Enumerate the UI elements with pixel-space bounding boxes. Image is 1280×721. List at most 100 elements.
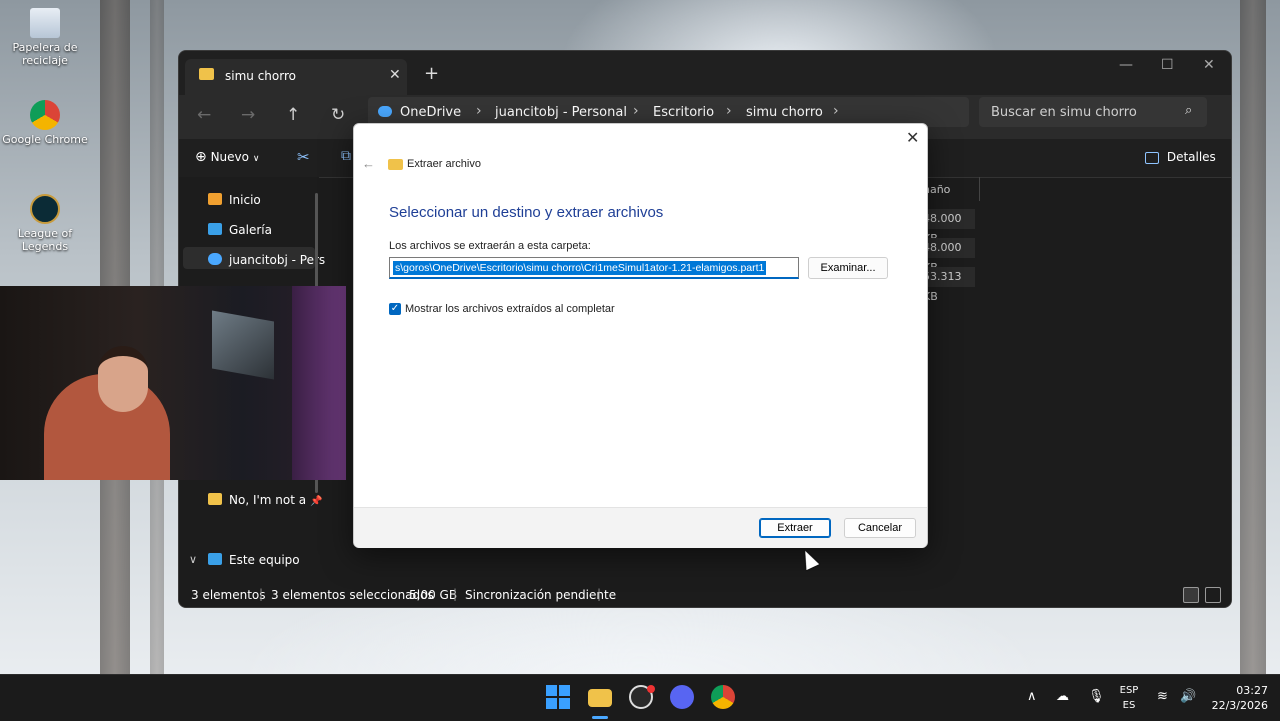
status-sync: Sincronización pendiente <box>465 588 617 602</box>
keyboard-code: ES <box>1122 700 1136 711</box>
close-tab-icon[interactable]: ✕ <box>389 67 401 83</box>
home-icon <box>208 193 222 205</box>
desktop-icon-label: League of Legends <box>17 227 73 253</box>
desktop-icon-label: Papelera de reciclaje <box>12 41 78 67</box>
search-icon: ⌕ <box>1185 103 1193 118</box>
minimize-icon[interactable]: — <box>1119 57 1133 73</box>
active-app-indicator <box>592 716 608 719</box>
status-divider: | <box>597 587 602 601</box>
extract-dialog: ✕ ← Extraer archivo Seleccionar un desti… <box>353 123 928 548</box>
column-divider[interactable] <box>979 177 980 201</box>
chevron-down-icon[interactable]: ∨ <box>189 553 197 566</box>
breadcrumb-escritorio[interactable]: Escritorio <box>653 105 714 120</box>
league-of-legends-icon <box>30 194 60 224</box>
sidebar-item-label: Inicio <box>229 193 261 207</box>
sidebar-item-label: juancitobj - Pers <box>229 253 326 267</box>
chrome-icon[interactable] <box>711 685 735 709</box>
status-selected-size: 5,00 GB <box>409 588 458 602</box>
purple-light <box>292 286 346 480</box>
status-divider: | <box>259 587 264 601</box>
back-arrow-icon[interactable]: ← <box>197 105 211 125</box>
chevron-right-icon: › <box>833 103 839 119</box>
desktop-icon-chrome[interactable]: Google Chrome <box>0 100 90 146</box>
new-button[interactable]: ⊕ Nuevo ∨ <box>195 149 259 165</box>
sidebar-item-label: Este equipo <box>229 553 300 567</box>
new-tab-icon[interactable]: + <box>424 63 439 84</box>
taskbar: ∧ ☁ 🎙 ESP ES ≋ 🔊 03:27 22/3/2026 <box>0 674 1280 721</box>
browse-button[interactable]: Examinar... <box>808 257 888 279</box>
tab-simu-chorro[interactable]: simu chorro ✕ <box>185 59 407 95</box>
status-divider: | <box>453 587 458 601</box>
desktop-icon-league[interactable]: League of Legends <box>0 194 90 253</box>
destination-path-value: s\goros\OneDrive\Escritorio\simu chorro\… <box>393 261 767 275</box>
notification-dot <box>647 685 655 693</box>
sidebar-item-este-equipo[interactable]: Este equipo <box>208 553 300 567</box>
sidebar-item-inicio[interactable]: Inicio <box>208 193 261 207</box>
breadcrumb-simu-chorro[interactable]: simu chorro <box>746 105 823 120</box>
file-size-cell: 48.000 KB <box>923 209 975 245</box>
webcam-overlay <box>0 286 346 480</box>
copy-icon[interactable]: ⧉ <box>341 148 351 164</box>
forward-arrow-icon[interactable]: → <box>241 105 255 125</box>
details-button[interactable]: Detalles <box>1145 150 1216 164</box>
file-explorer-icon[interactable] <box>588 689 612 707</box>
folder-icon <box>199 68 214 80</box>
breadcrumb-personal[interactable]: juancitobj - Personal <box>495 105 627 120</box>
microphone-icon[interactable]: 🎙 <box>1088 689 1105 704</box>
details-view-icon[interactable] <box>1183 587 1199 603</box>
onedrive-icon <box>208 253 222 265</box>
sidebar-item-label: Galería <box>229 223 272 237</box>
file-size: 53.313 KB <box>923 270 962 303</box>
tab-title: simu chorro <box>225 69 296 83</box>
close-window-icon[interactable]: ✕ <box>1203 57 1215 73</box>
search-placeholder: Buscar en simu chorro <box>991 105 1137 120</box>
sidebar-item-galeria[interactable]: Galería <box>208 223 272 237</box>
desktop-icon-label: Google Chrome <box>2 133 88 146</box>
chevron-down-icon: ∨ <box>252 154 260 164</box>
maximize-icon[interactable]: ☐ <box>1161 57 1174 73</box>
extract-button[interactable]: Extraer <box>759 518 831 538</box>
volume-icon[interactable]: 🔊 <box>1180 689 1196 704</box>
folder-icon <box>388 159 403 170</box>
dialog-footer: Extraer Cancelar <box>354 507 927 548</box>
up-arrow-icon[interactable]: ↑ <box>286 105 300 125</box>
wifi-icon[interactable]: ≋ <box>1157 689 1168 704</box>
status-bar: 3 elementos | 3 elementos seleccionados … <box>179 583 1231 607</box>
file-size-cell: 48.000 KB <box>923 238 975 274</box>
language-indicator[interactable]: ESP ES <box>1118 683 1140 713</box>
clock[interactable]: 03:27 22/3/2026 <box>1206 683 1268 713</box>
gallery-icon <box>208 223 222 235</box>
computer-icon <box>208 553 222 565</box>
desktop-icon-recycle-bin[interactable]: Papelera de reciclaje <box>0 8 90 67</box>
details-pane-icon <box>1145 151 1159 164</box>
tiles-view-icon[interactable] <box>1205 587 1221 603</box>
sidebar-item-pinned-folder[interactable]: No, I'm not a 📌 <box>208 493 322 507</box>
search-box[interactable]: Buscar en simu chorro ⌕ <box>979 97 1207 127</box>
windows-start-icon[interactable] <box>546 685 570 709</box>
tab-bar: simu chorro ✕ + — ☐ ✕ <box>179 51 1231 95</box>
chevron-right-icon: › <box>633 103 639 119</box>
discord-icon[interactable] <box>670 685 694 709</box>
dialog-heading: Seleccionar un destino y extraer archivo… <box>389 204 664 221</box>
new-button-label: Nuevo <box>210 150 249 164</box>
monitor-graphic <box>212 310 274 380</box>
destination-label: Los archivos se extraerán a esta carpeta… <box>389 240 591 252</box>
recycle-bin-icon <box>30 8 60 38</box>
close-dialog-icon[interactable]: ✕ <box>906 128 919 148</box>
onedrive-sync-icon[interactable]: ☁ <box>1056 689 1069 704</box>
chevron-right-icon: › <box>726 103 732 119</box>
onedrive-icon <box>378 106 392 117</box>
destination-path-input[interactable]: s\goros\OneDrive\Escritorio\simu chorro\… <box>389 257 799 279</box>
language-code: ESP <box>1119 685 1139 696</box>
chevron-up-icon[interactable]: ∧ <box>1027 689 1037 704</box>
back-arrow-icon[interactable]: ← <box>362 156 375 171</box>
status-item-count: 3 elementos <box>191 588 266 602</box>
details-label: Detalles <box>1166 150 1216 164</box>
breadcrumb-onedrive[interactable]: OneDrive <box>400 105 461 120</box>
show-extracted-checkbox[interactable]: ✓ <box>389 303 401 315</box>
cancel-button[interactable]: Cancelar <box>844 518 916 538</box>
sidebar-item-onedrive[interactable]: juancitobj - Pers <box>208 253 326 267</box>
refresh-icon[interactable]: ↻ <box>331 105 345 125</box>
dialog-window-title: Extraer archivo <box>407 158 481 170</box>
cut-icon[interactable]: ✂ <box>297 148 310 166</box>
